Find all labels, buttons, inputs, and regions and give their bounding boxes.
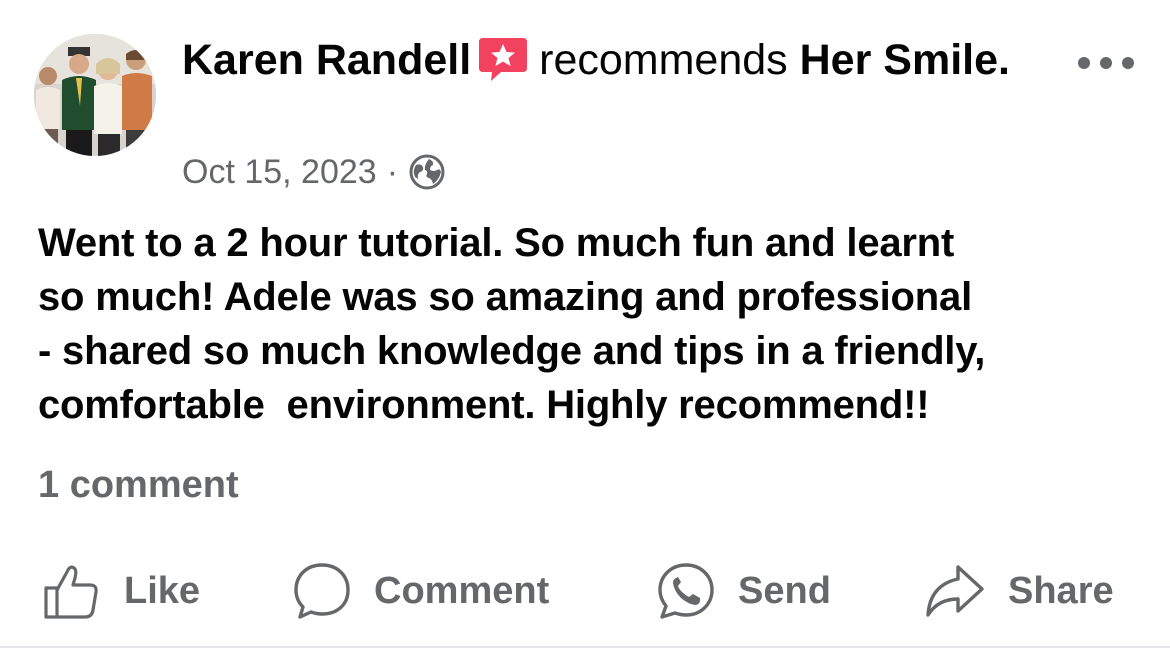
recommends-verb: recommends — [539, 36, 788, 84]
share-button[interactable]: Share — [924, 556, 1114, 626]
comment-count-link[interactable]: 1 comment — [38, 460, 239, 510]
send-button[interactable]: Send — [656, 556, 831, 626]
share-arrow-icon — [926, 565, 984, 617]
post-body-text: Went to a 2 hour tutorial. So much fun a… — [38, 221, 986, 427]
meta-separator: · — [386, 153, 399, 191]
action-bar: Like Comment Send Share — [0, 556, 1170, 626]
comment-button[interactable]: Comment — [292, 556, 549, 626]
review-post: Karen Randell recommends Her Smile. Oct 1… — [0, 0, 1170, 650]
comment-label: Comment — [374, 569, 550, 612]
more-dot-icon — [1100, 57, 1112, 69]
more-options-button[interactable] — [1078, 48, 1134, 78]
page-name-link[interactable]: Her Smile. — [800, 36, 1010, 84]
like-label: Like — [124, 569, 201, 612]
share-label: Share — [1008, 569, 1114, 612]
post-meta: Oct 15, 2023 · — [182, 149, 446, 195]
more-dot-icon — [1078, 57, 1090, 69]
thumbs-up-icon — [44, 565, 98, 619]
post-header: Karen Randell recommends Her Smile. — [182, 31, 1042, 89]
avatar[interactable] — [34, 34, 156, 156]
more-dot-icon — [1122, 57, 1134, 69]
recommend-star-icon — [477, 36, 529, 82]
comment-bubble-icon — [294, 563, 350, 619]
divider — [0, 646, 1170, 648]
globe-icon[interactable] — [408, 153, 446, 191]
messenger-send-icon — [658, 563, 714, 619]
send-label: Send — [738, 569, 831, 612]
like-button[interactable]: Like — [40, 556, 200, 626]
post-date[interactable]: Oct 15, 2023 — [182, 149, 377, 195]
author-name[interactable]: Karen Randell — [182, 36, 471, 84]
